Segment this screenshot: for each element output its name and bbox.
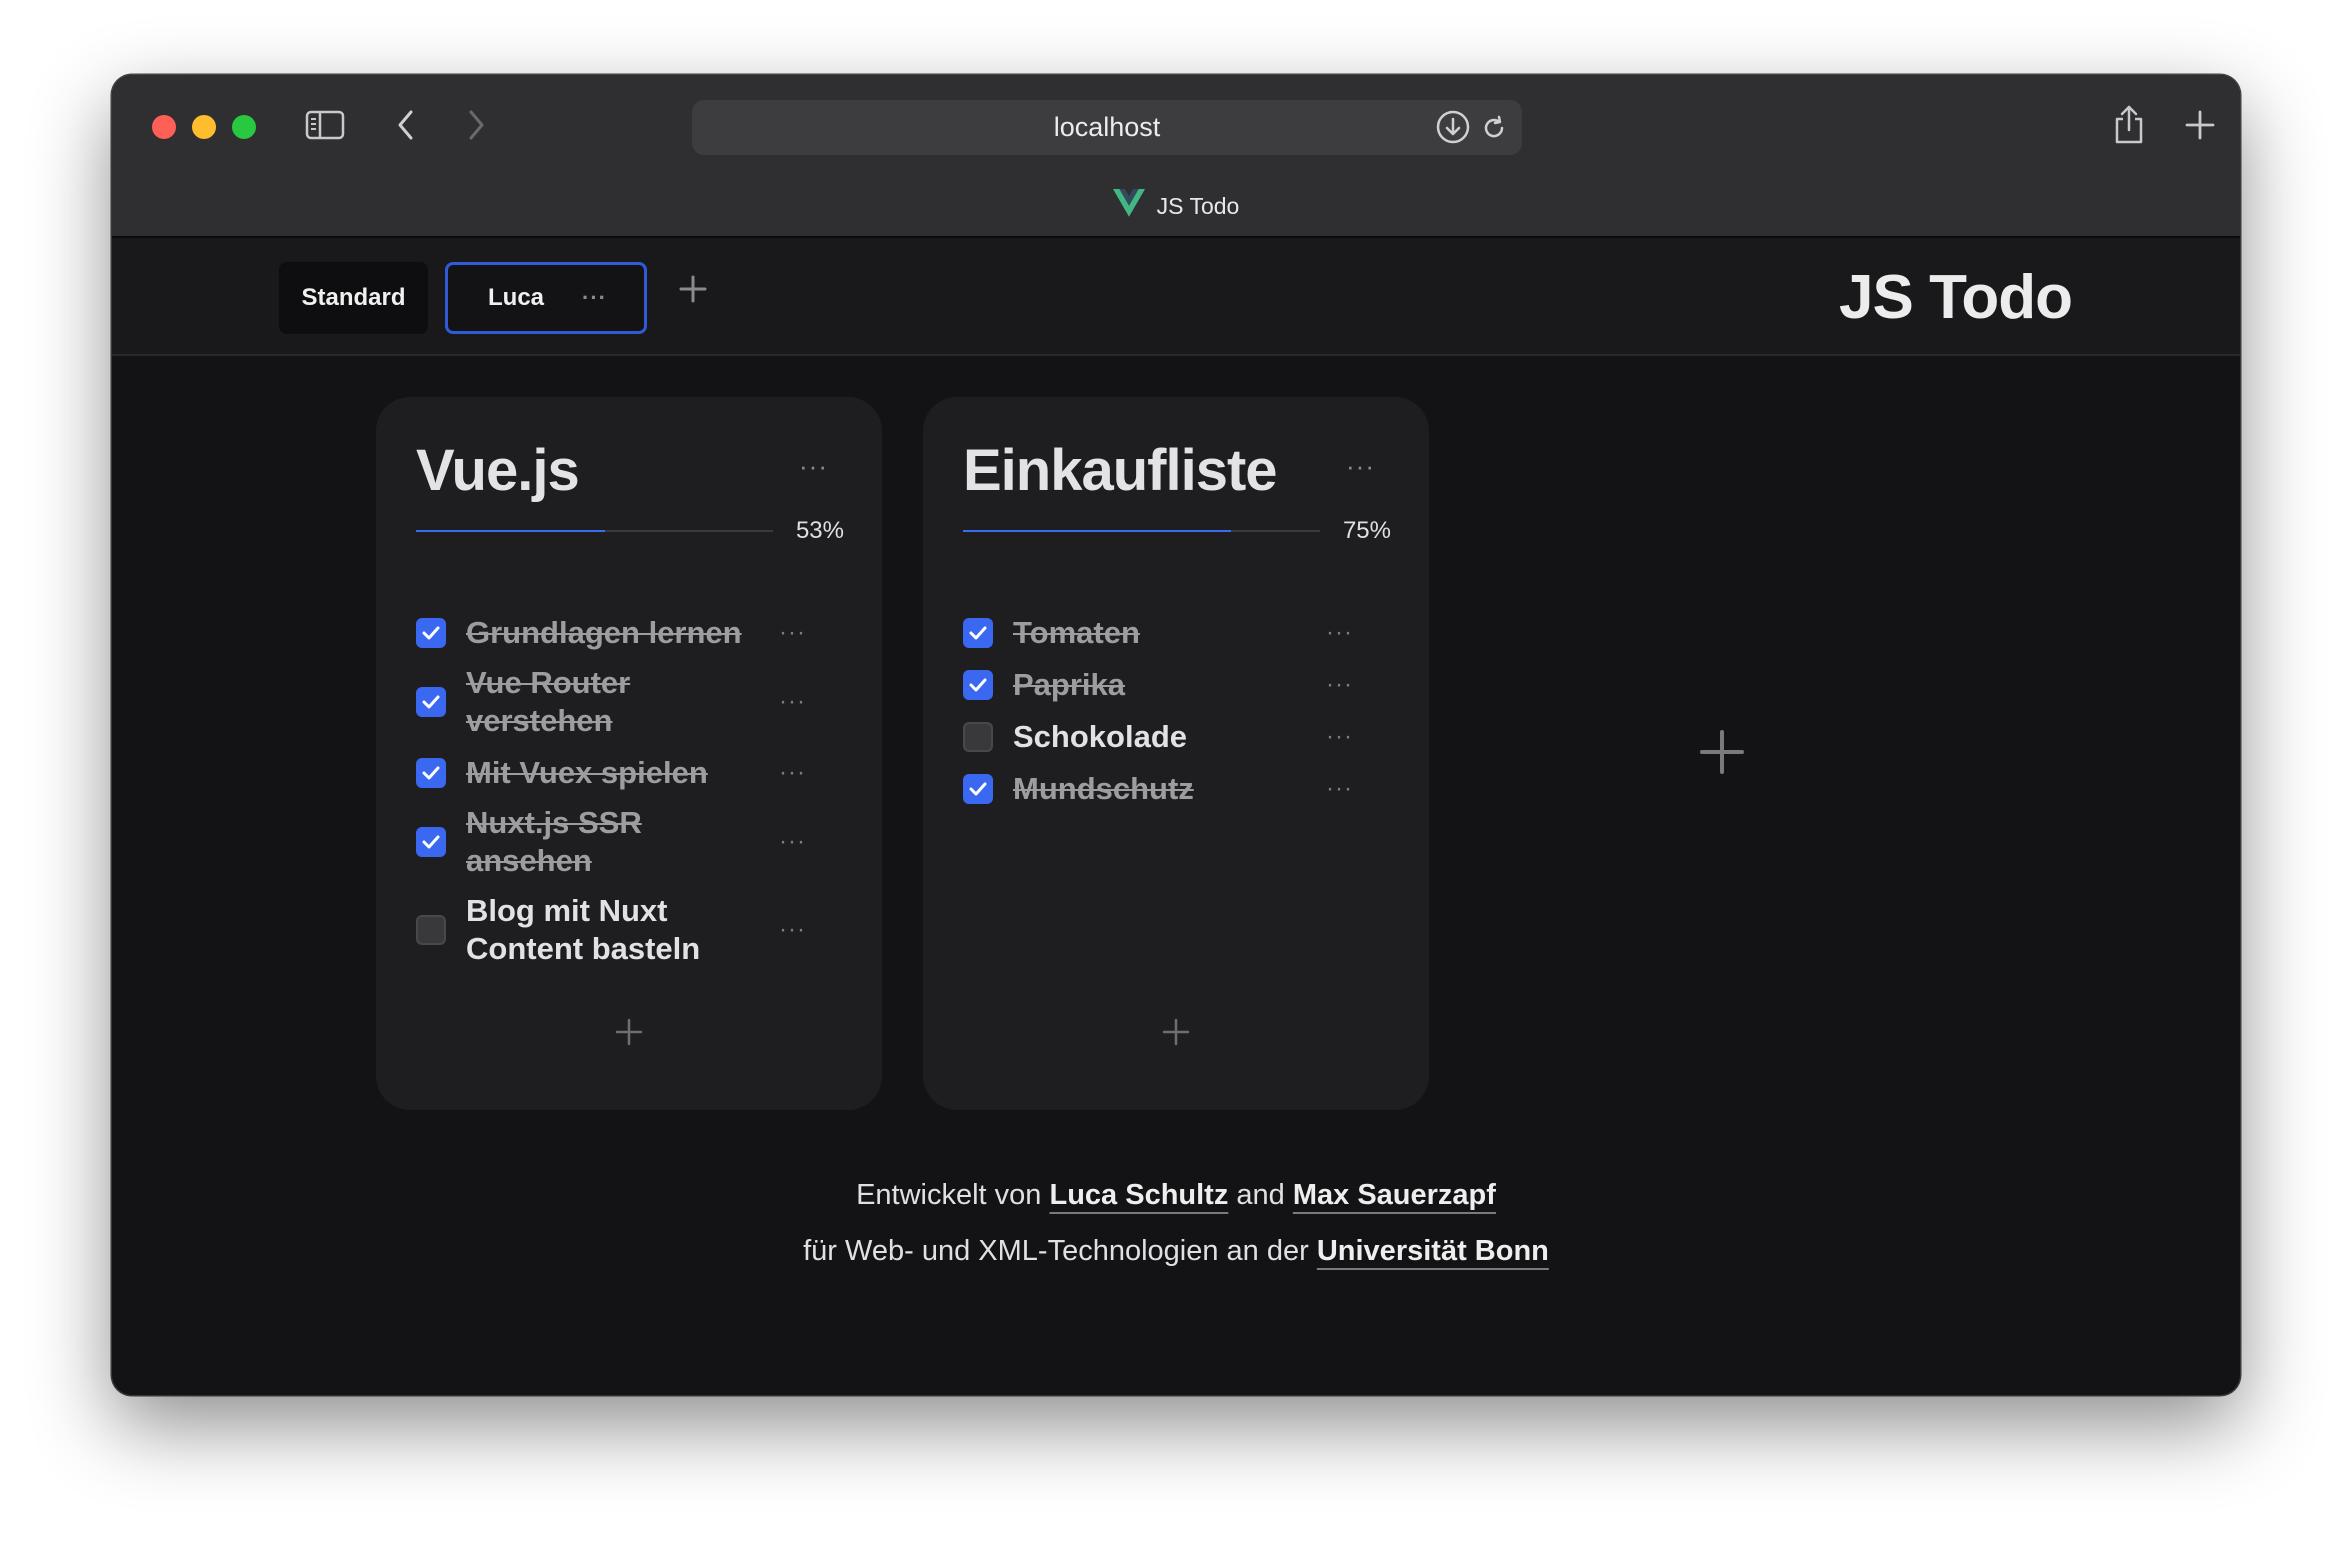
close-window-button[interactable]: [152, 115, 176, 139]
minimize-window-button[interactable]: [192, 115, 216, 139]
list-title[interactable]: Vue.js: [416, 437, 580, 504]
checkmark-icon: [422, 695, 440, 709]
browser-window: localhost JS Todo Standard Luca ··· JS T…: [112, 75, 2240, 1395]
browser-tab[interactable]: JS Todo: [112, 189, 2240, 223]
todo-checkbox[interactable]: [963, 722, 993, 752]
todo-text[interactable]: Blog mit Nuxt Content basteln: [466, 892, 726, 968]
app-header: Standard Luca ··· JS Todo: [112, 238, 2240, 356]
todo-item: Schokolade ···: [963, 718, 1393, 756]
todo-menu-icon[interactable]: ···: [779, 619, 806, 647]
checkmark-icon: [422, 835, 440, 849]
new-tab-icon[interactable]: [2185, 110, 2215, 140]
checkmark-icon: [969, 782, 987, 796]
add-todo-button[interactable]: [614, 1017, 644, 1052]
todo-menu-icon[interactable]: ···: [1326, 671, 1353, 699]
list-title[interactable]: Einkaufliste: [963, 437, 1278, 504]
todo-menu-icon[interactable]: ···: [1326, 723, 1353, 751]
tab-label: Standard: [301, 284, 406, 311]
checkmark-icon: [422, 626, 440, 640]
progress-fill: [963, 530, 1231, 532]
todo-text[interactable]: Paprika: [1013, 666, 1313, 704]
todo-item: Mit Vuex spielen ···: [416, 754, 846, 792]
university-link[interactable]: Universität Bonn: [1317, 1235, 1549, 1267]
todo-checkbox[interactable]: [416, 827, 446, 857]
plus-icon: [679, 275, 707, 303]
add-list-button[interactable]: [1699, 729, 1745, 780]
todo-text[interactable]: Grundlagen lernen: [466, 614, 766, 652]
todo-checkbox[interactable]: [963, 774, 993, 804]
todo-text[interactable]: Mundschutz: [1013, 770, 1313, 808]
checkmark-icon: [969, 626, 987, 640]
progress-bar: [963, 530, 1320, 532]
author-link-max[interactable]: Max Sauerzapf: [1293, 1179, 1496, 1211]
todo-item: Mundschutz ···: [963, 770, 1393, 808]
share-icon[interactable]: [2112, 103, 2146, 145]
browser-tab-title: JS Todo: [1156, 192, 1240, 219]
todo-menu-icon[interactable]: ···: [1326, 619, 1353, 647]
reload-icon[interactable]: [1480, 114, 1508, 147]
todo-checkbox[interactable]: [963, 618, 993, 648]
plus-icon: [615, 1018, 643, 1046]
list-menu-icon[interactable]: ···: [1346, 451, 1375, 482]
todo-menu-icon[interactable]: ···: [1326, 775, 1353, 803]
progress-bar: [416, 530, 773, 532]
progress-label: 75%: [1342, 517, 1391, 544]
todo-menu-icon[interactable]: ···: [779, 759, 806, 787]
forward-icon[interactable]: [464, 108, 488, 142]
address-bar[interactable]: localhost: [692, 100, 1522, 155]
tab-luca[interactable]: Luca ···: [445, 262, 647, 334]
vue-logo-icon: [1112, 189, 1145, 223]
author-link-luca[interactable]: Luca Schultz: [1049, 1179, 1228, 1211]
plus-icon: [1162, 1018, 1190, 1046]
footer-text: and: [1236, 1179, 1285, 1211]
sidebar-toggle-icon[interactable]: [305, 109, 345, 141]
checkmark-icon: [422, 766, 440, 780]
todo-menu-icon[interactable]: ···: [779, 828, 806, 856]
todo-item: Grundlagen lernen ···: [416, 614, 846, 652]
progress-label: 53%: [795, 517, 844, 544]
back-icon[interactable]: [394, 108, 418, 142]
tab-menu-icon[interactable]: ···: [582, 285, 607, 311]
browser-toolbar: localhost JS Todo: [112, 75, 2240, 238]
todo-checkbox[interactable]: [416, 915, 446, 945]
add-todo-button[interactable]: [1161, 1017, 1191, 1052]
list-menu-icon[interactable]: ···: [799, 451, 828, 482]
todo-item: Nuxt.js SSR ansehen ···: [416, 804, 846, 880]
tab-standard[interactable]: Standard: [279, 262, 428, 334]
progress-fill: [416, 530, 606, 532]
url-text: localhost: [1053, 112, 1161, 142]
todo-text[interactable]: Schokolade: [1013, 718, 1313, 756]
footer-credits: Entwickelt von Luca Schultz and Max Saue…: [112, 1179, 2240, 1212]
add-tab-button[interactable]: [678, 274, 708, 309]
checkmark-icon: [969, 678, 987, 692]
todo-menu-icon[interactable]: ···: [779, 688, 806, 716]
todo-checkbox[interactable]: [416, 758, 446, 788]
todo-item: Vue Router verstehen ···: [416, 664, 846, 740]
todo-item: Tomaten ···: [963, 614, 1393, 652]
todo-menu-icon[interactable]: ···: [779, 916, 806, 944]
todo-text[interactable]: Vue Router verstehen: [466, 664, 656, 740]
plus-icon: [1700, 730, 1744, 774]
todo-item: Blog mit Nuxt Content basteln ···: [416, 892, 846, 968]
tab-label: Luca: [488, 284, 545, 311]
footer-university: für Web- und XML-Technologien an der Uni…: [112, 1235, 2240, 1268]
app-title: JS Todo: [1839, 263, 2073, 332]
todo-text[interactable]: Tomaten: [1013, 614, 1313, 652]
todo-item: Paprika ···: [963, 666, 1393, 704]
todo-checkbox[interactable]: [963, 670, 993, 700]
todo-checkbox[interactable]: [416, 687, 446, 717]
todo-list-card: Vue.js ··· 53% Grundlagen lernen ··· Vue…: [376, 397, 882, 1110]
todo-text[interactable]: Nuxt.js SSR ansehen: [466, 804, 656, 880]
footer-text: für Web- und XML-Technologien an der: [803, 1235, 1309, 1267]
todo-text[interactable]: Mit Vuex spielen: [466, 754, 766, 792]
downloads-icon[interactable]: [1435, 109, 1471, 145]
footer-text: Entwickelt von: [856, 1179, 1042, 1211]
todo-list-card: Einkaufliste ··· 75% Tomaten ··· Paprika…: [923, 397, 1429, 1110]
zoom-window-button[interactable]: [232, 115, 256, 139]
todo-checkbox[interactable]: [416, 618, 446, 648]
